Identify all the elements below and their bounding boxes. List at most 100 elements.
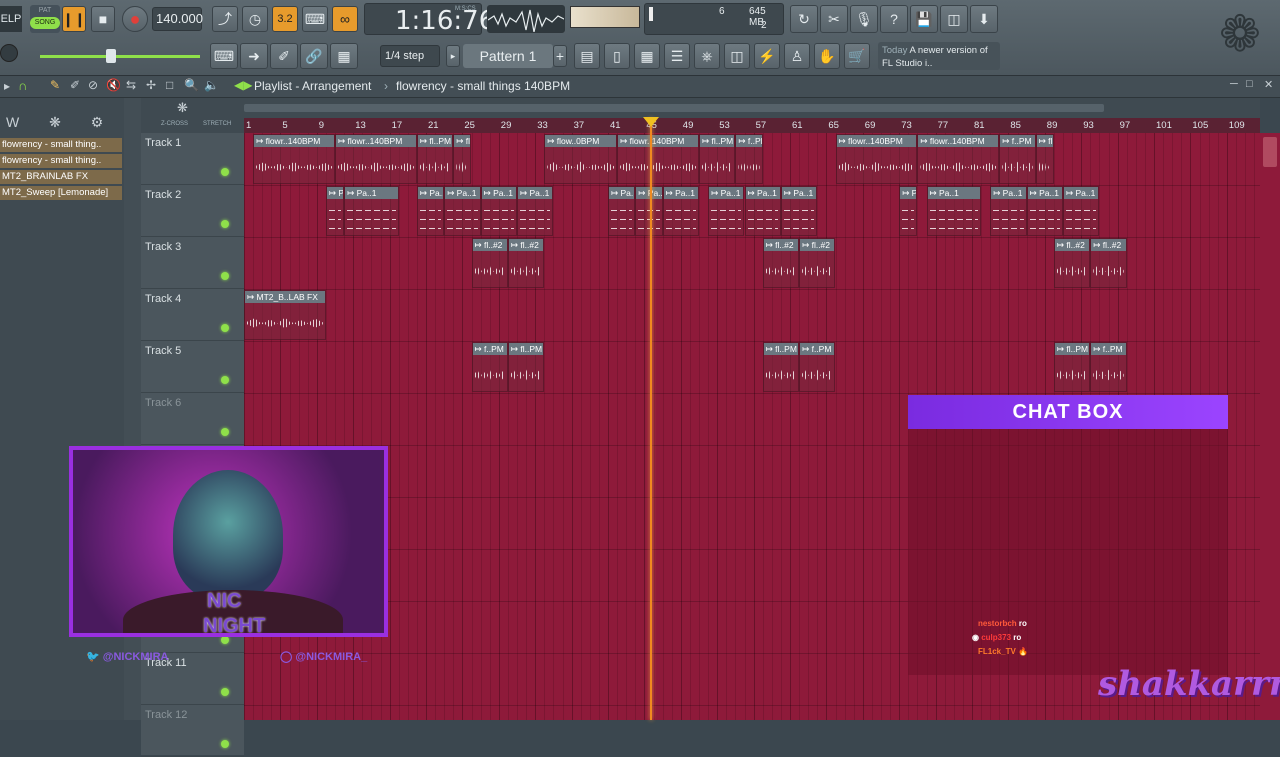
playlist-clip[interactable]: ↦ fl..PM (762, 342, 800, 392)
playlist-clip[interactable]: ↦ fl..#2 (762, 238, 800, 288)
wrench-icon[interactable]: ⚙ (91, 114, 104, 130)
undo-button[interactable]: ↻ (790, 5, 818, 33)
select-icon[interactable]: □ (166, 78, 173, 92)
play-button[interactable]: ❙❙ (62, 6, 86, 32)
playlist-clip[interactable]: ↦ Pa..1 (899, 186, 918, 236)
playlist-clip[interactable]: ↦ Pa..1 (926, 186, 982, 236)
track-mute-led[interactable] (221, 376, 229, 384)
browser-item[interactable]: MT2_BRAINLAB FX (0, 170, 122, 184)
playlist-clip[interactable]: ↦ f..PM (471, 342, 508, 392)
link-button[interactable]: 🔗 (300, 43, 328, 69)
slice-icon[interactable]: ✢ (146, 78, 156, 92)
timeline-scroll[interactable] (244, 98, 1260, 118)
cart-button[interactable]: 🛒 (844, 43, 870, 69)
playlist-clip[interactable]: ↦ flowr..140BPM (917, 134, 1000, 184)
plugin-button[interactable]: ⚡ (754, 43, 780, 69)
playlist-clip[interactable]: ↦ Pa..1 (1026, 186, 1063, 236)
playlist-clip[interactable]: ↦ fl..#2 (1053, 238, 1091, 288)
playlist-clip[interactable]: ↦ Pa..1 (416, 186, 445, 236)
paint-icon[interactable]: ✐ (70, 78, 80, 92)
track-mute-led[interactable] (221, 636, 229, 644)
track-mute-led[interactable] (221, 168, 229, 176)
countdown-button[interactable]: 3.2 (272, 6, 298, 32)
playlist-clip[interactable]: ↦ f..PM (1090, 342, 1127, 392)
playlist-clip[interactable]: ↦ Pa..1 (325, 186, 345, 236)
playlist-clip[interactable]: ↦ Pa..1 (517, 186, 554, 236)
playlist-clip[interactable]: ↦ fl..PM (1053, 342, 1091, 392)
playlist-clip[interactable]: ↦ Pa..1 (444, 186, 481, 236)
playlist-clip[interactable]: ↦ flow..0BPM (544, 134, 618, 184)
stop-button[interactable]: ■ (91, 6, 115, 32)
track-mute-led[interactable] (221, 428, 229, 436)
download-button[interactable]: ⬇ (970, 5, 998, 33)
playlist-clip[interactable]: ↦ flowr..140BPM (835, 134, 918, 184)
playlist-clip[interactable]: ↦ Pa..1 (780, 186, 818, 236)
playlist-clip[interactable]: ↦ Pa..1 (708, 186, 745, 236)
playlist-clip[interactable]: ↦ fl..PM (416, 134, 454, 184)
playlist-clip[interactable]: ↦ Pa..1 (635, 186, 663, 236)
playlist-clip[interactable]: ↦ f..PM (799, 342, 836, 392)
brush-button[interactable]: ✐ (270, 43, 298, 69)
stamp-button[interactable]: ▦ (330, 43, 358, 69)
waveform-view-icon[interactable]: W (6, 114, 19, 130)
speaker-icon[interactable]: 🔈 (204, 78, 219, 92)
sequencer-button[interactable]: ▦ (634, 43, 660, 69)
pattern-prev-button[interactable]: ▸ (446, 45, 460, 67)
playlist-button[interactable]: ▤ (574, 43, 600, 69)
track-mute-led[interactable] (221, 324, 229, 332)
playhead[interactable] (650, 118, 652, 720)
track-header[interactable]: Track 3 (141, 237, 244, 289)
browser-item[interactable]: flowrency - small thing.. (0, 138, 122, 152)
playlist-clip[interactable]: ↦ fl..PM (1035, 134, 1054, 184)
horizontal-scrollbar-thumb[interactable] (244, 104, 1104, 112)
arrow-button[interactable]: ➜ (240, 43, 268, 69)
playlist-clip[interactable]: ↦ fl..#2 (1090, 238, 1127, 288)
hand-button[interactable]: ✋ (814, 43, 840, 69)
track-header[interactable]: Track 12 (141, 705, 244, 757)
help-button[interactable]: ? (880, 5, 908, 33)
track-mute-led[interactable] (221, 272, 229, 280)
playlist-clip[interactable]: ↦ Pa..1 (662, 186, 699, 236)
render-button[interactable]: ◫ (940, 5, 968, 33)
metronome-button[interactable]: ⤴ (212, 6, 238, 32)
tempo-tap-button[interactable]: ⎈ (694, 43, 720, 69)
playlist-clip[interactable]: ↦ fl..#2 (471, 238, 508, 288)
playlist-clip[interactable]: ↦ Pa..1 (1063, 186, 1100, 236)
record-button[interactable]: ● (122, 6, 148, 32)
maximize-icon[interactable]: □ (1246, 78, 1253, 90)
playlist-clip[interactable]: ↦ fl..PM (453, 134, 472, 184)
playlist-clip[interactable]: ↦ Pa..1 (480, 186, 517, 236)
pencil-icon[interactable]: ✎ (50, 78, 60, 92)
mic-button[interactable]: 🎙 (850, 5, 878, 33)
track-header[interactable]: Track 4 (141, 289, 244, 341)
mute-icon[interactable]: 🔇 (106, 78, 121, 92)
scrollbar-thumb[interactable] (1263, 137, 1277, 167)
playlist-clip[interactable]: ↦ Pa..1 (344, 186, 399, 236)
master-pitch-knob[interactable] (0, 44, 18, 62)
news-hint-panel[interactable]: Today A newer version of FL Studio i.. (878, 42, 1000, 70)
zoom-icon[interactable]: 🔍 (184, 78, 199, 92)
loop-record-button[interactable]: ∞ (332, 6, 358, 32)
time-display-panel[interactable]: 1:16:76 M:S:CS (364, 3, 495, 36)
playlist-clip[interactable]: ↦ fl..#2 (507, 238, 545, 288)
snap-select[interactable]: 1/4 step (380, 45, 440, 67)
playlist-clip[interactable]: ↦ Pa..1 (990, 186, 1027, 236)
delete-icon[interactable]: ⊘ (88, 78, 98, 92)
step-edit-button[interactable]: ⌨ (302, 6, 328, 32)
playlist-clip[interactable]: ↦ f..PM (999, 134, 1036, 184)
track-mute-led[interactable] (221, 740, 229, 748)
piano-roll-button[interactable]: ⌨ (210, 43, 238, 69)
save-button[interactable]: 💾 (910, 5, 938, 33)
playlist-clip[interactable]: ↦ flowr..140BPM (335, 134, 417, 184)
playlist-clip[interactable]: ↦ flowr..140BPM (253, 134, 335, 184)
playlist-clip[interactable]: ↦ fl..PM (507, 342, 545, 392)
track-mute-led[interactable] (221, 220, 229, 228)
slider-handle[interactable] (106, 49, 116, 63)
slip-icon[interactable]: ⇆ (126, 78, 136, 92)
browser-item[interactable]: MT2_Sweep [Lemonade] (0, 186, 122, 200)
master-volume-slider[interactable] (40, 49, 200, 63)
track-mute-led[interactable] (221, 688, 229, 696)
playlist-clip[interactable]: ↦ f..PM (735, 134, 763, 184)
playlist-clip[interactable]: ↦ MT2_B..LAB FX (244, 290, 326, 340)
spectrum-icon[interactable]: ❋ (49, 114, 61, 130)
